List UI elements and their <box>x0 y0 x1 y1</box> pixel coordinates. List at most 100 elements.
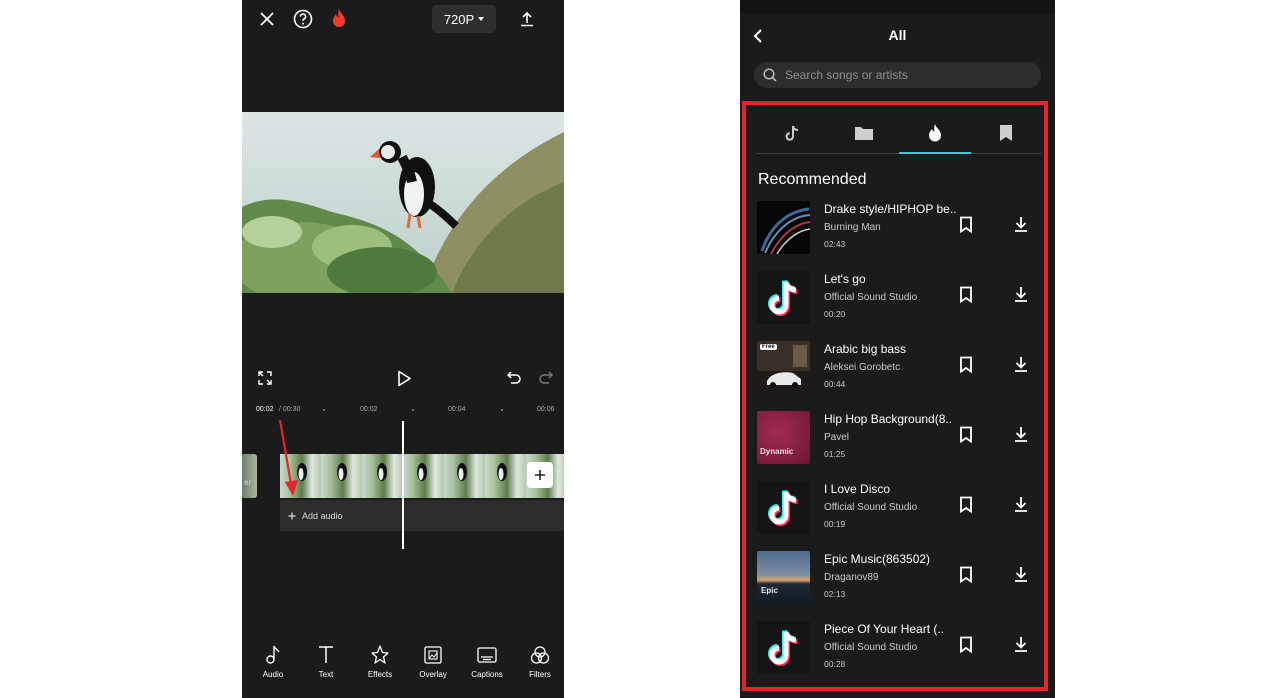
redo-icon[interactable] <box>538 370 554 391</box>
download-icon[interactable] <box>1013 285 1029 308</box>
free-badge: Free <box>760 344 777 350</box>
ruler-tick <box>412 409 414 411</box>
annotation-arrow <box>278 419 298 496</box>
song-title: Arabic big bass <box>824 342 907 356</box>
song-artist: Draganov89 <box>824 572 879 583</box>
song-duration: 01:25 <box>824 449 846 459</box>
help-icon[interactable] <box>292 8 314 30</box>
song-artist: Aleksei Gorobetc <box>824 362 901 373</box>
download-icon[interactable] <box>1013 565 1029 588</box>
download-icon[interactable] <box>1013 635 1029 658</box>
tool-overlay[interactable]: Overlay <box>406 644 460 679</box>
tiktok-icon <box>767 489 798 526</box>
song-thumbnail: Epic <box>757 551 810 604</box>
ruler-mark: 00:02 <box>360 406 378 413</box>
tool-filters[interactable]: Filters <box>513 644 564 679</box>
tool-effects[interactable]: Effects <box>353 644 407 679</box>
song-artist: Pavel <box>824 432 850 443</box>
fullscreen-icon[interactable] <box>258 371 272 390</box>
timecode-total: / 00:30 <box>279 406 301 413</box>
filters-icon <box>530 646 550 664</box>
tab-local-files[interactable] <box>828 113 900 153</box>
search-input[interactable] <box>785 68 1015 82</box>
resolution-button[interactable]: 720P <box>432 5 496 33</box>
add-clip-button[interactable] <box>527 462 553 488</box>
song-artist: Official Sound Studio <box>824 642 918 653</box>
bookmark-icon[interactable] <box>959 216 973 238</box>
tab-recommended[interactable] <box>899 113 971 154</box>
category-tabs <box>756 113 1042 154</box>
folder-icon <box>855 127 873 140</box>
status-bar <box>740 0 1055 14</box>
song-item[interactable]: Epic Epic Music(863502) Draganov89 02:13 <box>746 551 1044 611</box>
flame-icon <box>929 124 941 142</box>
video-preview[interactable] <box>242 112 564 293</box>
song-title: Drake style/HIPHOP be.. <box>824 202 957 216</box>
music-note-icon <box>266 645 280 664</box>
tool-label: Filters <box>529 670 551 679</box>
tab-saved[interactable] <box>970 113 1042 153</box>
close-icon[interactable] <box>256 8 278 30</box>
song-thumbnail <box>757 481 810 534</box>
song-thumbnail: Dynamic <box>757 411 810 464</box>
tool-text[interactable]: Text <box>299 644 353 679</box>
effects-star-icon <box>371 645 389 664</box>
plus-icon <box>535 470 545 480</box>
timecode-current: 00:02 <box>256 406 274 413</box>
song-duration: 00:44 <box>824 379 846 389</box>
song-item[interactable]: Piece Of Your Heart (.. Official Sound S… <box>746 621 1044 681</box>
song-item[interactable]: I Love Disco Official Sound Studio 00:19 <box>746 481 1044 541</box>
tab-tiktok[interactable] <box>756 113 828 153</box>
video-clip[interactable] <box>280 454 564 498</box>
search-bar[interactable] <box>754 62 1041 88</box>
tiktok-icon <box>785 125 799 141</box>
bookmark-icon[interactable] <box>959 356 973 378</box>
song-item[interactable]: Dynamic Hip Hop Background(8.. Pavel 01:… <box>746 411 1044 471</box>
song-duration: 00:28 <box>824 659 846 669</box>
download-icon[interactable] <box>1013 425 1029 448</box>
bookmark-icon <box>1000 125 1012 141</box>
editor-top-bar: 720P <box>242 0 564 38</box>
tool-label: Audio <box>262 670 284 679</box>
bookmark-icon[interactable] <box>959 286 973 308</box>
section-title: Recommended <box>758 171 867 188</box>
bookmark-icon[interactable] <box>959 426 973 448</box>
flame-icon[interactable] <box>328 8 350 30</box>
download-icon[interactable] <box>1013 495 1029 518</box>
bookmark-icon[interactable] <box>959 636 973 658</box>
song-item[interactable]: Drake style/HIPHOP be.. Burning Man 02:4… <box>746 201 1044 261</box>
export-upload-icon[interactable] <box>516 8 538 30</box>
ruler-tick <box>501 409 503 411</box>
tool-label: Effects <box>367 670 393 679</box>
song-thumbnail <box>757 621 810 674</box>
download-icon[interactable] <box>1013 355 1029 378</box>
playhead[interactable] <box>402 421 404 549</box>
page-title: All <box>888 27 907 43</box>
song-thumbnail <box>757 271 810 324</box>
song-item[interactable]: Let's go Official Sound Studio 00:20 <box>746 271 1044 331</box>
text-icon <box>319 646 333 663</box>
tool-captions[interactable]: Captions <box>460 644 514 679</box>
undo-icon[interactable] <box>506 370 522 391</box>
bookmark-icon[interactable] <box>959 566 973 588</box>
song-artist: Official Sound Studio <box>824 292 918 303</box>
tool-label: Overlay <box>419 670 447 679</box>
ruler-mark: 00:06 <box>537 406 555 413</box>
song-duration: 02:13 <box>824 589 846 599</box>
previous-clip[interactable]: er <box>242 454 257 498</box>
search-icon <box>763 68 777 82</box>
song-artist: Burning Man <box>824 222 881 233</box>
tool-audio[interactable]: Audio <box>246 644 300 679</box>
song-duration: 02:43 <box>824 239 846 249</box>
download-icon[interactable] <box>1013 215 1029 238</box>
song-artist: Official Sound Studio <box>824 502 918 513</box>
add-audio-button[interactable]: Add audio <box>280 500 564 531</box>
bookmark-icon[interactable] <box>959 496 973 518</box>
song-duration: 00:20 <box>824 309 846 319</box>
song-title: Piece Of Your Heart (.. <box>824 622 945 636</box>
play-icon[interactable] <box>396 370 412 392</box>
song-title: Let's go <box>824 272 866 286</box>
song-title: I Love Disco <box>824 482 891 496</box>
captions-icon <box>477 647 497 663</box>
song-item[interactable]: Free Arabic big bass Aleksei Gorobetc 00… <box>746 341 1044 401</box>
